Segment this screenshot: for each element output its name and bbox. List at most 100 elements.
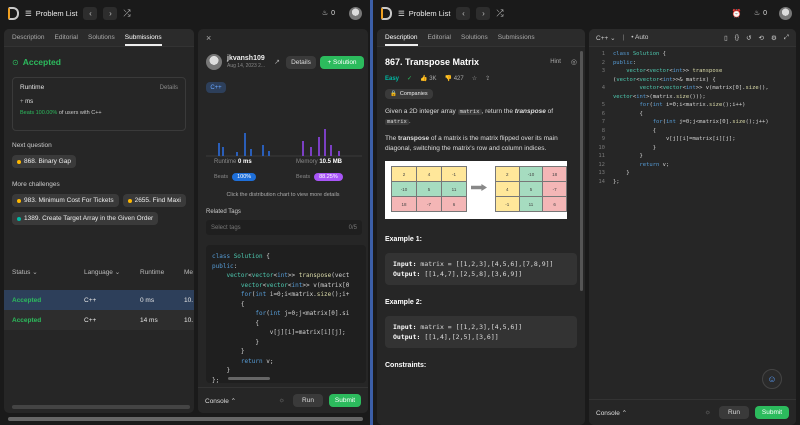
debug-icon[interactable]: ☼ xyxy=(279,397,285,404)
run-button[interactable]: Run xyxy=(719,406,749,419)
settings-circle-icon[interactable]: ◎ xyxy=(571,58,577,66)
close-icon[interactable]: × xyxy=(206,33,211,43)
challenge-chip[interactable]: 2655. Find Maxi xyxy=(122,194,186,207)
bookmark-icon[interactable]: ▯ xyxy=(724,34,728,42)
code-line: vector<vector<int>> transpose(vect xyxy=(226,272,350,279)
submission-user: jkvansh109 Aug 14, 2023 2... ↗ xyxy=(206,54,280,70)
example-2-label: Example 2: xyxy=(385,299,422,306)
next-problem-button[interactable]: › xyxy=(103,6,118,20)
tab-solutions[interactable]: Solutions xyxy=(88,34,115,41)
history-icon[interactable]: ⟲ xyxy=(759,34,764,42)
distribution-chart[interactable] xyxy=(206,99,362,157)
challenge-chip[interactable]: 1389. Create Target Array in the Given O… xyxy=(12,212,159,225)
memory-stat: Memory 10.5 MB xyxy=(296,159,343,165)
lock-icon: • xyxy=(631,34,634,41)
tab-submissions[interactable]: Submissions xyxy=(124,34,162,46)
companies-chip[interactable]: 🔒 Companies xyxy=(385,89,433,99)
editor-toolbar: C++ ⌄ | • Auto ▯ {} ↺ ⟲ ⚙ ⤢ xyxy=(589,29,796,47)
leetcode-logo-icon[interactable] xyxy=(381,6,392,20)
like-button[interactable]: 👍 3K xyxy=(420,75,437,82)
matrix-left: 2 4 -1 -10 5 11 18 -7 6 xyxy=(391,166,467,212)
thumbs-up-icon: 👍 xyxy=(420,76,428,82)
table-row[interactable]: Accepted C++ 14 ms 10. xyxy=(4,310,194,330)
code-viewer[interactable]: class Solution {public: vector<vector<in… xyxy=(212,252,360,383)
line-number: 11 xyxy=(598,153,605,159)
streak-counter[interactable]: ♨ 0 xyxy=(754,9,767,18)
streak-counter[interactable]: ♨ 0 xyxy=(321,9,335,18)
reset-icon[interactable]: ↺ xyxy=(746,34,751,42)
tab-description[interactable]: Description xyxy=(385,34,418,46)
code-text-area[interactable]: class Solution {public: vector<vector<in… xyxy=(611,50,769,186)
left-window: ☰ Problem List ‹ › ⤮ ♨ 0 Description Edito… xyxy=(0,0,370,425)
code-line: vector<int>(matrix.size())); xyxy=(613,93,706,100)
tab-editorial[interactable]: Editorial xyxy=(55,34,78,41)
leetcode-logo-icon[interactable] xyxy=(8,6,19,20)
col-status[interactable]: Status ⌄ xyxy=(12,268,84,276)
prev-problem-button[interactable]: ‹ xyxy=(456,6,471,20)
share-icon[interactable]: ⇪ xyxy=(485,75,490,82)
code-line: vector<vector<int>> v(matrix[0 xyxy=(240,281,350,289)
description-scrollbar[interactable] xyxy=(580,51,583,291)
username[interactable]: jkvansh109 xyxy=(227,55,265,62)
braces-icon[interactable]: {} xyxy=(735,34,739,41)
problem-title[interactable]: 867. Transpose Matrix xyxy=(385,57,479,67)
fire-icon: ♨ xyxy=(321,10,329,17)
example-1-label: Example 1: xyxy=(385,236,422,243)
runtime-details-link[interactable]: Details xyxy=(160,85,178,91)
debug-icon[interactable]: ☼ xyxy=(705,409,711,416)
col-language[interactable]: Language ⌄ xyxy=(84,268,140,276)
tags-select-input[interactable]: Select tags 0/5 xyxy=(206,220,362,235)
avatar[interactable] xyxy=(349,6,362,20)
matrix-cell: 2 xyxy=(391,166,417,182)
language-select[interactable]: C++ ⌄ xyxy=(596,34,616,42)
add-solution-button[interactable]: + Solution xyxy=(320,56,364,69)
line-number: 13 xyxy=(598,170,605,176)
prev-problem-button[interactable]: ‹ xyxy=(83,6,98,20)
code-editor[interactable]: 123 4 5 6 7 8 9 10 11 12 13 14 class Solution {pu… xyxy=(589,47,796,186)
share-icon[interactable]: ↗ xyxy=(274,58,280,66)
dislike-button[interactable]: 👎 427 xyxy=(445,75,464,82)
next-problem-button[interactable]: › xyxy=(476,6,491,20)
description-panel: Description Editorial Solutions Submissi… xyxy=(377,29,585,425)
hint-button[interactable]: Hint xyxy=(550,59,561,65)
details-button[interactable]: Details xyxy=(286,56,316,69)
tab-editorial[interactable]: Editorial xyxy=(428,34,451,41)
code-line: return v; xyxy=(639,161,670,168)
avatar[interactable] xyxy=(779,6,792,20)
timer-icon[interactable]: ⏰ xyxy=(732,9,742,18)
submit-button[interactable]: Submit xyxy=(329,394,361,407)
table-row[interactable]: Accepted C++ 0 ms 10. xyxy=(4,290,194,310)
code-line: for(int i=0;i<matrix.size();i++) xyxy=(639,102,746,108)
tab-submissions[interactable]: Submissions xyxy=(498,34,535,41)
challenge-chip[interactable]: 983. Minimum Cost For Tickets xyxy=(12,194,119,207)
next-question-chip[interactable]: 868. Binary Gap xyxy=(12,155,76,168)
gear-icon[interactable]: ⚙ xyxy=(771,34,777,42)
code-horizontal-scrollbar[interactable] xyxy=(228,377,270,380)
chat-bubble-icon[interactable]: ☺ xyxy=(762,369,782,389)
left-topbar: ☰ Problem List ‹ › ⤮ ♨ 0 xyxy=(0,0,370,26)
tab-description[interactable]: Description xyxy=(12,34,45,41)
run-button[interactable]: Run xyxy=(293,394,323,407)
user-avatar[interactable] xyxy=(206,54,222,70)
editor-scrollbar[interactable] xyxy=(639,29,640,425)
shuffle-icon[interactable]: ⤮ xyxy=(123,8,130,19)
transpose-illustration: 2 4 -1 -10 5 11 18 -7 6 2 -10 18 4 5 -7 -1 11 6 xyxy=(385,161,567,219)
problem-list-link[interactable]: ☰ Problem List xyxy=(25,9,77,18)
horizontal-scrollbar[interactable] xyxy=(12,405,190,409)
runtime-beats: Beats 100.00% of users with C++ xyxy=(20,110,102,116)
shuffle-icon[interactable]: ⤮ xyxy=(496,8,503,19)
code-line: v[j][i]=matrix[i][j]; xyxy=(212,329,346,336)
tab-solutions[interactable]: Solutions xyxy=(461,34,488,41)
left-window-scrollbar[interactable] xyxy=(8,417,363,421)
code-line: } xyxy=(613,153,643,159)
matrix-cell: 6 xyxy=(542,196,567,212)
list-icon: ☰ xyxy=(25,8,32,18)
fullscreen-icon[interactable]: ⤢ xyxy=(784,34,789,42)
submit-button[interactable]: Submit xyxy=(755,406,789,419)
problem-list-link[interactable]: ☰ Problem List xyxy=(398,9,450,18)
console-toggle[interactable]: Console ⌃ xyxy=(205,397,236,405)
code-line: public: xyxy=(212,262,238,270)
col-runtime: Runtime xyxy=(140,268,165,276)
console-toggle[interactable]: Console ⌃ xyxy=(596,409,627,417)
star-icon[interactable]: ☆ xyxy=(472,75,477,82)
